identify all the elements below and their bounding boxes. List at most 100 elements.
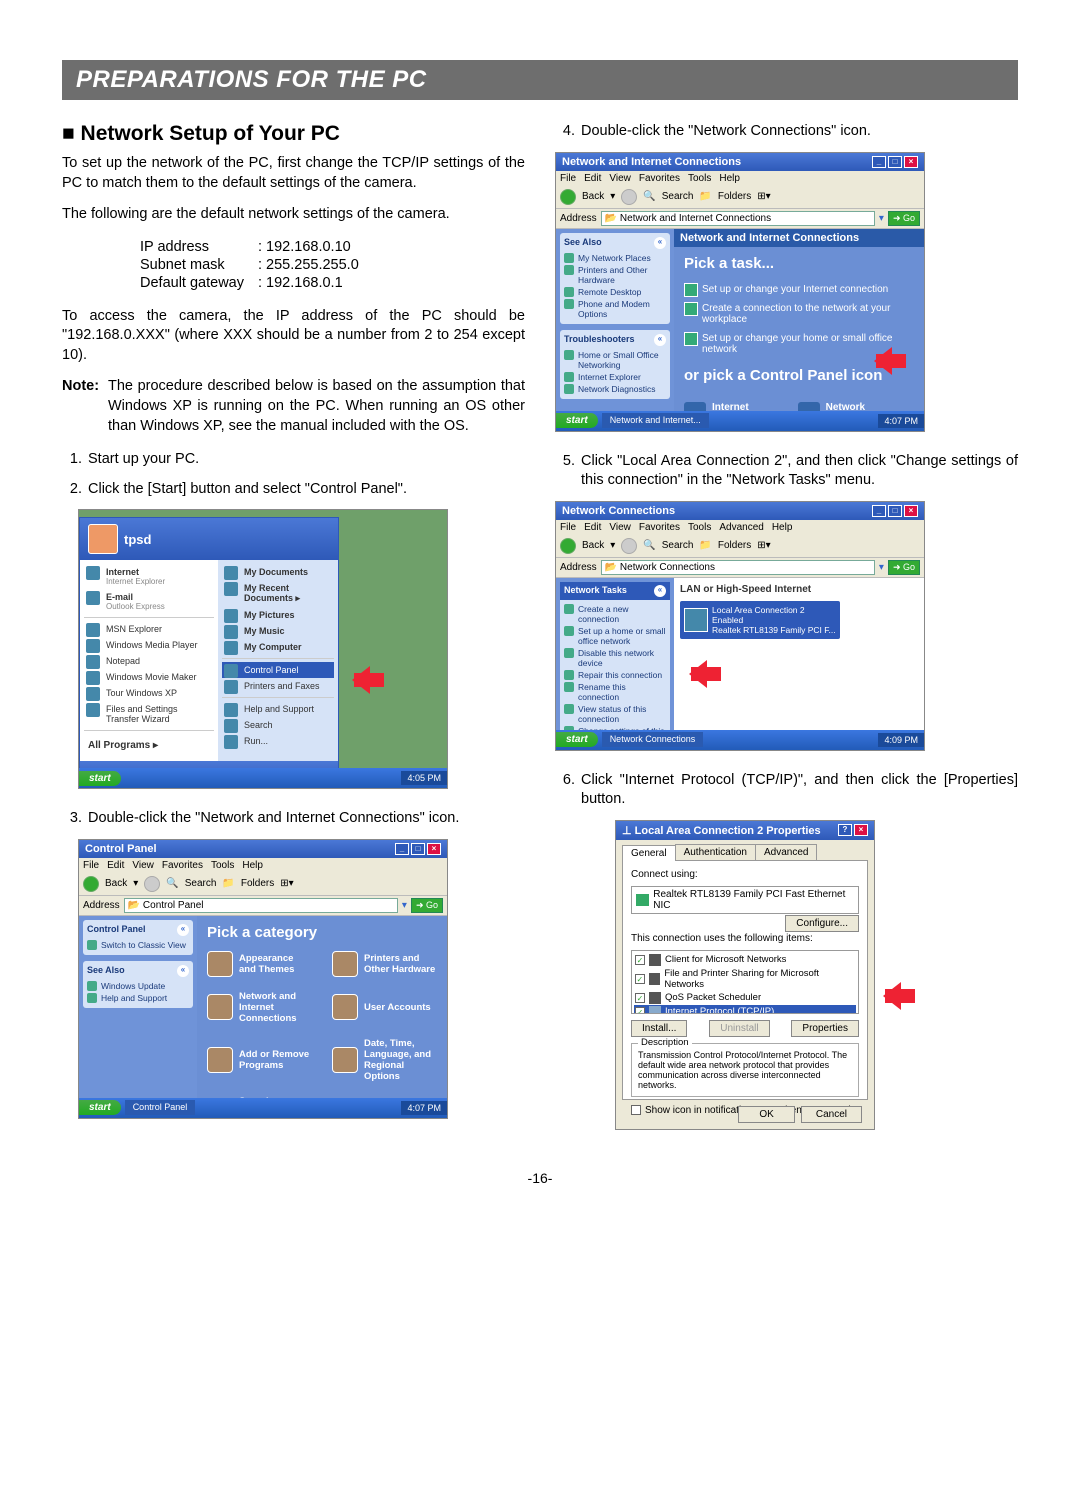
maximize-icon[interactable]: □: [411, 843, 425, 855]
chevron-icon[interactable]: «: [654, 334, 666, 346]
side-link[interactable]: Help and Support: [87, 992, 189, 1004]
sm-right-item[interactable]: My Documents: [222, 564, 334, 580]
configure-button[interactable]: Configure...: [785, 915, 859, 932]
back-icon[interactable]: [83, 876, 99, 892]
side-link[interactable]: Printers and Other Hardware: [564, 264, 666, 286]
lan-connection-item[interactable]: Local Area Connection 2EnabledRealtek RT…: [680, 601, 840, 639]
side-link[interactable]: Remote Desktop: [564, 286, 666, 298]
close-icon[interactable]: ×: [904, 156, 918, 168]
sm-internet[interactable]: InternetInternet Explorer: [84, 564, 214, 589]
sm-right-item[interactable]: My Music: [222, 623, 334, 639]
sm-right-item[interactable]: Help and Support: [222, 701, 334, 717]
menu-bar[interactable]: FileEditViewFavoritesToolsHelp: [79, 858, 447, 873]
taskbar-item[interactable]: Network and Internet...: [602, 413, 709, 428]
start-button[interactable]: start: [556, 413, 598, 428]
chevron-icon[interactable]: «: [177, 924, 189, 936]
sm-control-panel[interactable]: Control Panel: [222, 662, 334, 678]
uninstall-button[interactable]: Uninstall: [709, 1020, 769, 1037]
side-link[interactable]: Rename this connection: [564, 681, 666, 703]
address-field[interactable]: 📂 Network Connections: [601, 560, 875, 575]
start-button[interactable]: start: [556, 732, 598, 747]
side-link[interactable]: View status of this connection: [564, 703, 666, 725]
side-link[interactable]: Create a new connection: [564, 603, 666, 625]
sm-item[interactable]: Files and Settings Transfer Wizard: [84, 701, 214, 727]
address-field[interactable]: 📂 Control Panel: [124, 898, 398, 913]
sm-right-item[interactable]: Search: [222, 717, 334, 733]
tcpip-item[interactable]: ✓Internet Protocol (TCP/IP): [634, 1005, 856, 1014]
ok-button[interactable]: OK: [738, 1106, 794, 1123]
maximize-icon[interactable]: □: [888, 156, 902, 168]
sm-right-item[interactable]: Run...: [222, 733, 334, 749]
cat-addremove[interactable]: Add or Remove Programs: [207, 1038, 312, 1082]
items-list[interactable]: ✓Client for Microsoft Networks ✓File and…: [631, 950, 859, 1014]
go-button[interactable]: ➜ Go: [888, 560, 920, 575]
go-button[interactable]: ➜ Go: [888, 211, 920, 226]
sm-item[interactable]: Notepad: [84, 653, 214, 669]
taskbar-item[interactable]: Network Connections: [602, 732, 704, 747]
minimize-icon[interactable]: _: [395, 843, 409, 855]
side-link[interactable]: Internet Explorer: [564, 371, 666, 383]
install-button[interactable]: Install...: [631, 1020, 687, 1037]
toolbar[interactable]: Back ▾ 🔍Search 📁Folders ⊞▾: [79, 873, 447, 896]
chevron-icon[interactable]: «: [654, 237, 666, 249]
step-4: 4.Double-click the "Network Connections"…: [555, 122, 1018, 142]
fwd-icon[interactable]: [144, 876, 160, 892]
sm-right-item[interactable]: My Pictures: [222, 607, 334, 623]
side-link[interactable]: My Network Places: [564, 252, 666, 264]
sm-all-programs[interactable]: All Programs ▸: [84, 734, 214, 757]
cat-printers[interactable]: Printers and Other Hardware: [332, 951, 437, 977]
side-link[interactable]: Windows Update: [87, 980, 189, 992]
side-link[interactable]: Disable this network device: [564, 647, 666, 669]
close-icon[interactable]: ×: [904, 505, 918, 517]
tab-advanced[interactable]: Advanced: [755, 844, 817, 860]
help-icon[interactable]: ?: [838, 824, 852, 836]
cancel-button[interactable]: Cancel: [801, 1106, 862, 1123]
address-field[interactable]: 📂 Network and Internet Connections: [601, 211, 875, 226]
tab-general[interactable]: General: [622, 845, 676, 861]
menu-bar[interactable]: FileEditViewFavoritesToolsHelp: [556, 171, 924, 186]
cat-network[interactable]: Network and Internet Connections: [207, 991, 312, 1024]
tab-authentication[interactable]: Authentication: [675, 844, 756, 860]
close-icon[interactable]: ×: [427, 843, 441, 855]
fwd-icon[interactable]: [621, 538, 637, 554]
taskbar-item[interactable]: Control Panel: [125, 1100, 196, 1115]
cat-appearance[interactable]: Appearance and Themes: [207, 951, 312, 977]
sm-item[interactable]: Tour Windows XP: [84, 685, 214, 701]
side-link[interactable]: Network Diagnostics: [564, 383, 666, 395]
side-link[interactable]: Set up a home or small office network: [564, 625, 666, 647]
start-button[interactable]: start: [79, 771, 121, 786]
back-icon[interactable]: [560, 538, 576, 554]
sm-email[interactable]: E-mailOutlook Express: [84, 589, 214, 614]
sm-right-item[interactable]: My Computer: [222, 639, 334, 655]
sm-item[interactable]: Windows Movie Maker: [84, 669, 214, 685]
sm-item[interactable]: MSN Explorer: [84, 621, 214, 637]
sm-right-item[interactable]: Printers and Faxes: [222, 678, 334, 694]
minimize-icon[interactable]: _: [872, 156, 886, 168]
close-icon[interactable]: ×: [854, 824, 868, 836]
switch-classic-link[interactable]: Switch to Classic View: [87, 939, 189, 951]
chevron-icon[interactable]: «: [177, 965, 189, 977]
back-icon[interactable]: [560, 189, 576, 205]
maximize-icon[interactable]: □: [888, 505, 902, 517]
intro-paragraph-1: To set up the network of the PC, first c…: [62, 154, 525, 193]
cat-users[interactable]: User Accounts: [332, 991, 437, 1024]
go-button[interactable]: ➜ Go: [411, 898, 443, 913]
chevron-icon[interactable]: «: [654, 585, 666, 597]
showicon-checkbox[interactable]: [631, 1105, 641, 1115]
toolbar[interactable]: Back ▾ 🔍Search 📁Folders ⊞▾: [556, 186, 924, 209]
side-link[interactable]: Repair this connection: [564, 669, 666, 681]
task-link[interactable]: Create a connection to the network at yo…: [684, 301, 914, 327]
sm-item[interactable]: Windows Media Player: [84, 637, 214, 653]
fwd-icon[interactable]: [621, 189, 637, 205]
menu-bar[interactable]: FileEditViewFavoritesToolsAdvancedHelp: [556, 520, 924, 535]
side-link[interactable]: Phone and Modem Options: [564, 298, 666, 320]
side-link[interactable]: Home or Small Office Networking: [564, 349, 666, 371]
task-link[interactable]: Set up or change your Internet connectio…: [684, 282, 914, 297]
cat-datetime[interactable]: Date, Time, Language, and Regional Optio…: [332, 1038, 437, 1082]
minimize-icon[interactable]: _: [872, 505, 886, 517]
sm-right-item[interactable]: My Recent Documents ▸: [222, 580, 334, 607]
start-button[interactable]: start: [79, 1100, 121, 1115]
properties-button[interactable]: Properties: [791, 1020, 859, 1037]
page-number: -16-: [62, 1170, 1018, 1186]
toolbar[interactable]: Back ▾ 🔍Search 📁Folders ⊞▾: [556, 535, 924, 558]
